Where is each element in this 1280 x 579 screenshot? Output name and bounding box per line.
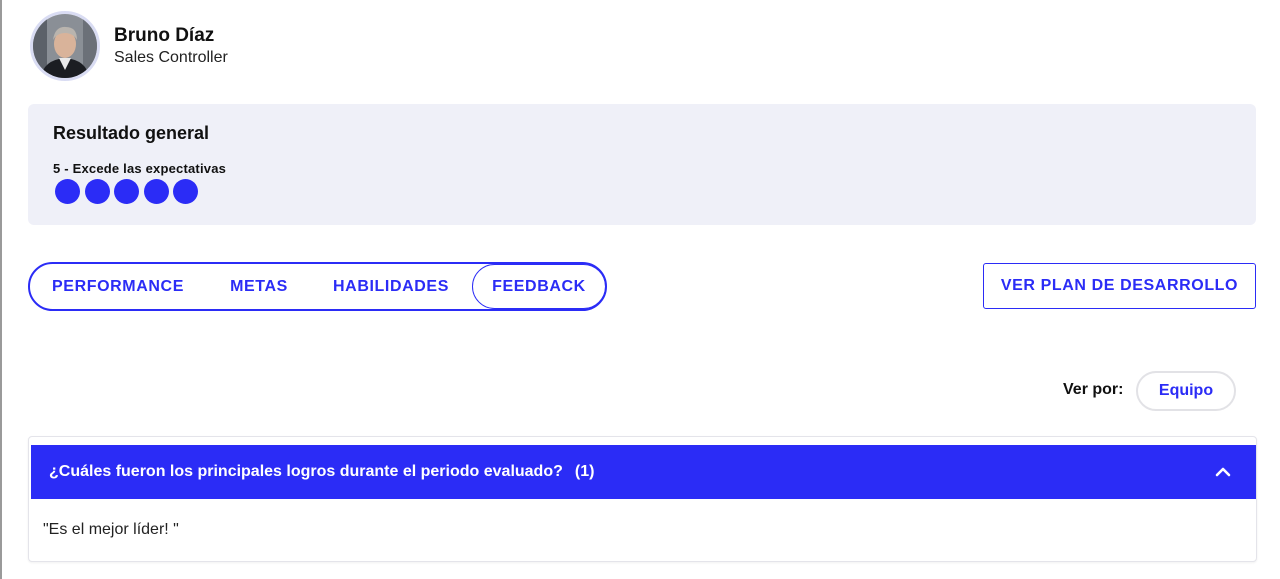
tab-metas[interactable]: METAS <box>210 264 308 309</box>
feedback-count: (1) <box>574 463 595 480</box>
rating-dots <box>55 179 203 204</box>
feedback-answer: "Es el mejor líder! " <box>43 521 179 538</box>
window-edge <box>0 0 2 579</box>
overall-result-card: Resultado general 5 - Excede las expecta… <box>28 104 1256 225</box>
chevron-up-icon[interactable] <box>1214 463 1232 481</box>
result-title: Resultado general <box>53 123 210 143</box>
rating-dot <box>143 179 169 204</box>
rating-dot <box>84 179 110 204</box>
feedback-accordion: ¿Cuáles fueron los principales logros du… <box>28 436 1257 562</box>
rating-dot <box>114 179 139 204</box>
tab-feedback[interactable]: FEEDBACK <box>472 264 606 309</box>
view-by-team-button[interactable]: Equipo <box>1136 371 1236 411</box>
avatar <box>30 11 100 81</box>
view-development-plan-button[interactable]: VER PLAN DE DESARROLLO <box>983 263 1256 309</box>
feedback-question: ¿Cuáles fueron los principales logros du… <box>49 463 563 480</box>
tab-habilidades[interactable]: HABILIDADES <box>320 264 462 309</box>
rating-dot <box>55 179 80 204</box>
employee-role: Sales Controller <box>114 49 228 66</box>
avatar-photo <box>33 14 97 78</box>
rating-dot <box>173 179 198 204</box>
feedback-question-header[interactable]: ¿Cuáles fueron los principales logros du… <box>31 445 1256 499</box>
result-score-label: 5 - Excede las expectativas <box>53 161 227 176</box>
section-tabs: PERFORMANCE METAS HABILIDADES FEEDBACK <box>28 262 607 311</box>
tab-performance[interactable]: PERFORMANCE <box>30 264 206 309</box>
employee-profile: Bruno Díaz Sales Controller <box>30 11 228 81</box>
view-by-label: Ver por: <box>1063 381 1124 398</box>
employee-name: Bruno Díaz <box>114 25 215 46</box>
